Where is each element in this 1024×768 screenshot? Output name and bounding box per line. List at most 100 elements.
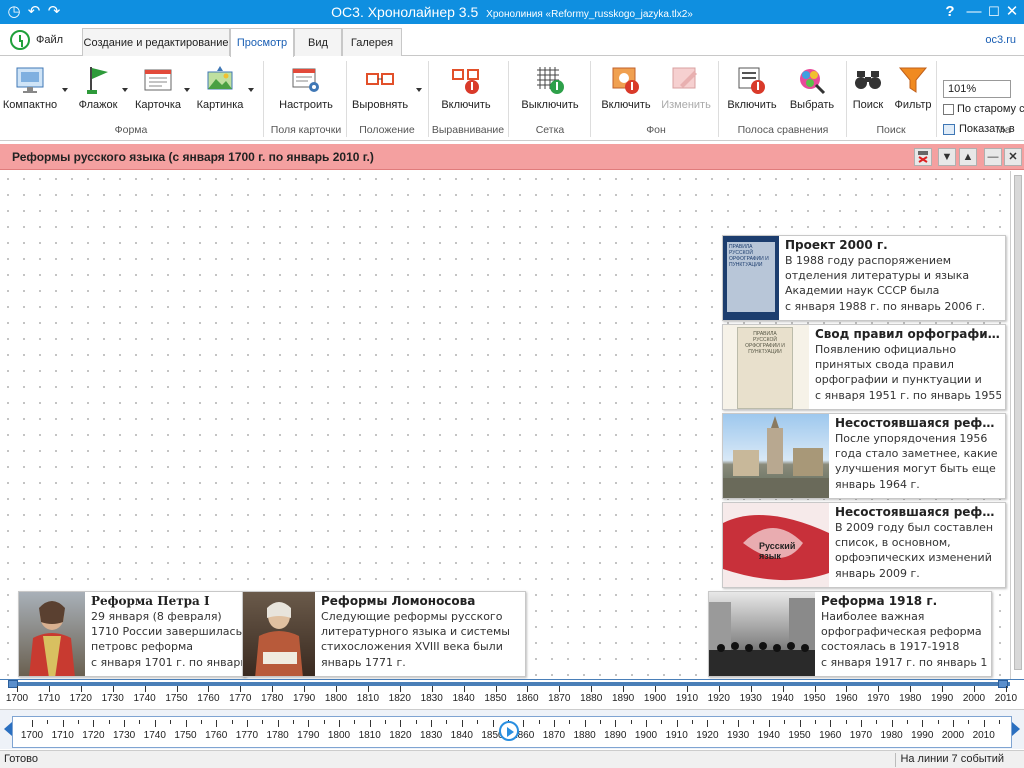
window-title: OC3. Хронолайнер 3.5 Хронолиния «Reformy… [331,4,693,20]
card-dropdown-icon[interactable] [184,88,190,92]
tab-gallery[interactable]: Галерея [342,28,402,56]
navigator-tick [78,720,80,724]
close-timeline-icon[interactable]: ✕ [1004,148,1022,166]
tab-create-edit[interactable]: Создание и редактирование [82,28,230,56]
setup-fields-button[interactable]: Настроить [276,61,336,121]
align-button[interactable]: Выровнять [352,61,408,121]
navigator-tick-label: 1740 [143,730,166,741]
axis-tick-label: 1950 [803,693,826,704]
timeline-canvas[interactable]: ПРАВИЛА РУССКОЙ ОРФОГРАФИИ И ПУНКТУАЦИИ … [0,171,1010,679]
filter-button[interactable]: Фильтр [892,61,934,121]
scrollbar-thumb[interactable] [1014,175,1022,670]
align-dropdown-icon[interactable] [416,88,422,92]
compare-enable-button[interactable]: Включить [724,61,780,121]
collapse-icon[interactable]: — [984,148,1002,166]
site-link[interactable]: oc3.ru [985,34,1016,46]
checkbox-box[interactable] [943,103,954,115]
axis-tick-label: 1760 [197,693,220,704]
maximize-button[interactable]: ☐ [984,2,1004,22]
move-up-icon[interactable]: ▲ [959,148,977,166]
event-card[interactable]: Реформы Ломоносова Следующие реформы рус… [242,591,526,677]
event-card[interactable]: Реформа 1918 г. Наиболее важная орфограф… [708,591,992,677]
ribbon: Компактно Флажок Карточка Картинка Форма… [0,57,1024,141]
axis-tick [495,686,497,692]
ribbon-tabs: Файл Создание и редактирование Просмотр … [0,24,1024,57]
axis-tick [527,686,529,692]
align-icon [364,65,396,95]
navigator-tick-label: 1920 [696,730,719,741]
navigator-tick [461,720,463,727]
search-button[interactable]: Поиск [850,61,886,121]
axis-tick [878,686,880,692]
background-enable-button[interactable]: Включить [598,61,654,121]
tab-view[interactable]: Просмотр [230,28,294,57]
navigator-tick [676,720,678,727]
card-title: Реформы Ломоносова [321,594,476,608]
axis-tick-label: 1990 [930,693,954,704]
navigator-tick [170,720,172,724]
flag-dropdown-icon[interactable] [122,88,128,92]
file-menu-button[interactable]: Файл [10,29,63,51]
minimize-button[interactable]: — [964,2,984,22]
event-card[interactable]: Несостоявшаяся реформа После упорядочени… [722,413,1006,499]
zoom-field[interactable]: 101% [943,80,1011,98]
move-down-icon[interactable]: ▼ [938,148,956,166]
axis-tick-label: 1800 [324,693,348,704]
navigator-tick [814,720,816,724]
axis-tick [750,686,752,692]
compare-choose-button[interactable]: Выбрать [784,61,840,121]
event-card[interactable]: ПРАВИЛА РУССКОЙ ОРФОГРАФИИ И ПУНКТУАЦИИ … [722,235,1006,321]
navigator-tick [661,720,663,724]
navigator-tick [523,720,525,727]
compact-dropdown-icon[interactable] [62,88,68,92]
group-label-search: Поиск [876,124,906,136]
navigator-tick [569,720,571,724]
navigator-tick [599,720,601,724]
axis-tick-label: 1940 [771,693,794,704]
navigator-tick [292,720,294,724]
background-edit-icon [670,65,702,95]
navigator-tick [999,720,1001,724]
event-card[interactable]: ПРАВИЛА РУССКОЙ ОРФОГРАФИИ И ПУНКТУАЦИИ … [722,324,1006,410]
alignment-enable-button[interactable]: Включить [436,61,496,121]
background-change-button[interactable]: Изменить [658,61,714,121]
navigator-tick-label: 1720 [82,730,105,741]
navigator-tick-label: 1760 [205,730,228,741]
group-label-background: Фон [646,124,666,136]
ribbon-separator [718,61,719,137]
axis-tick-label: 1910 [675,693,699,704]
status-bar: Готово На линии 7 событий [0,750,1024,768]
axis-tick [272,686,274,692]
old-style-checkbox[interactable]: По старому с [943,103,1024,115]
delete-timeline-icon[interactable] [914,148,932,166]
axis-tick [399,686,401,692]
binoculars-icon [852,65,884,95]
event-card[interactable]: Реформа Петра I 29 января (8 февраля) 17… [18,591,246,677]
event-count: На линии 7 событий [900,753,1004,765]
close-button[interactable]: ✕ [1002,2,1022,22]
play-button[interactable] [499,721,519,741]
scroll-left-icon[interactable] [4,722,12,736]
compact-button[interactable]: Компактно [2,61,58,121]
navigator-tick [400,720,402,727]
axis-range-bar [8,682,1010,686]
scroll-right-icon[interactable] [1012,722,1020,736]
card-date: с января 1951 г. по январь 1955 г. [815,389,1001,402]
navigator-tick-label: 1810 [358,730,381,741]
picture-dropdown-icon[interactable] [248,88,254,92]
picture-button[interactable]: Картинка [192,61,248,121]
ribbon-separator [263,61,264,137]
navigator-tick [968,720,970,724]
event-card[interactable]: Русский язык Несостоявшаяся реформа В 20… [722,502,1006,588]
axis-tick [686,686,688,692]
help-icon[interactable]: ? [940,2,960,22]
axis-tick-label: 1750 [165,693,188,704]
flag-button[interactable]: Флажок [70,61,126,121]
axis-tick [623,686,625,692]
tab-vid[interactable]: Вид [294,28,342,56]
timeline-navigator[interactable]: 1700 1710 1720 1730 1740 1750 1760 1770 1780 1790… [0,709,1024,749]
navigator-tick [93,720,95,727]
card-button[interactable]: Карточка [130,61,186,121]
grid-off-button[interactable]: Выключить [516,61,584,121]
vertical-scrollbar[interactable] [1010,171,1024,679]
